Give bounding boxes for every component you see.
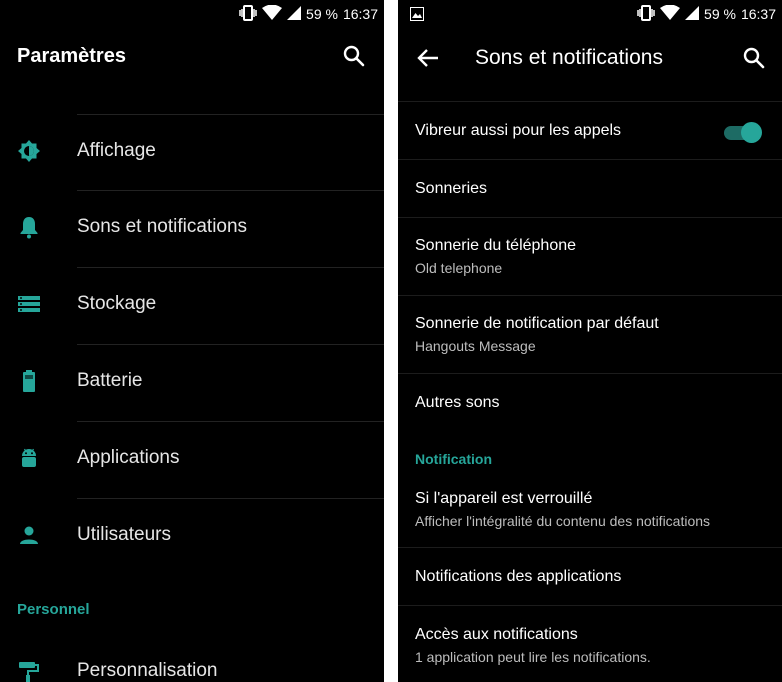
divider	[77, 421, 384, 422]
setting-label: Applications	[77, 447, 180, 468]
battery-icon	[17, 369, 41, 393]
divider	[77, 267, 384, 268]
list-item-phone-ringtone[interactable]: Sonnerie du téléphone Old telephone	[398, 218, 782, 296]
divider	[77, 344, 384, 345]
divider	[77, 114, 384, 115]
setting-label: Personnalisation	[77, 660, 218, 681]
app-bar: Paramètres	[0, 28, 384, 88]
vibrate-icon	[239, 4, 257, 24]
setting-label: Sons et notifications	[77, 216, 248, 237]
clock: 16:37	[740, 6, 776, 22]
wifi-icon	[262, 4, 283, 24]
search-icon[interactable]	[740, 44, 768, 72]
sounds-notifications-screen: 59 % 16:37 Sons et notifications Vibreur…	[398, 0, 782, 682]
android-icon	[17, 446, 41, 470]
item-subtitle: Hangouts Message	[415, 338, 536, 354]
setting-item-users[interactable]: Utilisateurs	[0, 498, 384, 575]
settings-screen: 59 % 16:37 Paramètres Affichage Sons et …	[0, 0, 384, 682]
list-item-app-notifications[interactable]: Notifications des applications	[398, 548, 782, 606]
battery-percent: 59 %	[704, 6, 736, 22]
app-bar: Sons et notifications	[398, 28, 782, 88]
back-arrow-icon[interactable]	[414, 44, 442, 72]
setting-item-personalization[interactable]: Personnalisation	[0, 634, 384, 682]
setting-label: Batterie	[77, 370, 143, 391]
signal-icon	[685, 5, 700, 23]
status-bar: 59 % 16:37	[398, 0, 782, 28]
item-subtitle: 1 application peut lire les notification…	[415, 649, 651, 665]
vibrate-icon	[637, 4, 655, 24]
setting-item-battery[interactable]: Batterie	[0, 344, 384, 421]
item-title: Sonnerie de notification par défaut	[415, 315, 659, 332]
setting-label: Stockage	[77, 293, 157, 314]
signal-icon	[287, 5, 302, 23]
paint-roller-icon	[17, 660, 41, 682]
item-subtitle: Afficher l'intégralité du contenu des no…	[415, 513, 711, 529]
vibrate-toggle[interactable]	[724, 121, 762, 145]
battery-percent: 59 %	[306, 6, 338, 22]
section-header-personal: Personnel	[17, 601, 90, 618]
list-item-notification-access[interactable]: Accès aux notifications 1 application pe…	[398, 606, 782, 682]
setting-item-sounds[interactable]: Sons et notifications	[0, 190, 384, 267]
image-notification-icon	[410, 7, 424, 26]
item-title: Si l'appareil est verrouillé	[415, 490, 593, 507]
wifi-icon	[660, 4, 681, 24]
item-title: Notifications des applications	[415, 568, 622, 585]
item-title: Sonneries	[415, 180, 488, 197]
bell-icon	[17, 215, 41, 239]
list-item-default-notification-sound[interactable]: Sonnerie de notification par défaut Hang…	[398, 296, 782, 374]
page-title: Paramètres	[17, 45, 126, 67]
setting-item-display[interactable]: Affichage	[0, 114, 384, 191]
section-header-notification: Notification	[415, 451, 492, 467]
setting-item-applications[interactable]: Applications	[0, 421, 384, 498]
item-title: Vibreur aussi pour les appels	[415, 122, 622, 139]
page-title: Sons et notifications	[475, 46, 663, 69]
search-icon[interactable]	[340, 42, 368, 70]
list-item-when-locked[interactable]: Si l'appareil est verrouillé Afficher l'…	[398, 470, 782, 548]
person-icon	[17, 523, 41, 547]
toggle-thumb	[741, 122, 762, 143]
list-item-other-sounds[interactable]: Autres sons	[398, 374, 782, 432]
setting-label: Affichage	[77, 140, 156, 161]
status-bar: 59 % 16:37	[0, 0, 384, 28]
storage-icon	[17, 292, 41, 316]
setting-label: Utilisateurs	[77, 524, 171, 545]
divider	[77, 498, 384, 499]
brightness-icon	[17, 139, 41, 163]
item-title: Accès aux notifications	[415, 626, 578, 643]
clock: 16:37	[342, 6, 378, 22]
setting-item-storage[interactable]: Stockage	[0, 267, 384, 344]
item-title: Autres sons	[415, 394, 500, 411]
list-item-ringtones[interactable]: Sonneries	[398, 160, 782, 218]
divider	[77, 190, 384, 191]
list-item-vibrate-calls[interactable]: Vibreur aussi pour les appels	[398, 102, 782, 160]
item-subtitle: Old telephone	[415, 260, 503, 276]
item-title: Sonnerie du téléphone	[415, 237, 577, 254]
